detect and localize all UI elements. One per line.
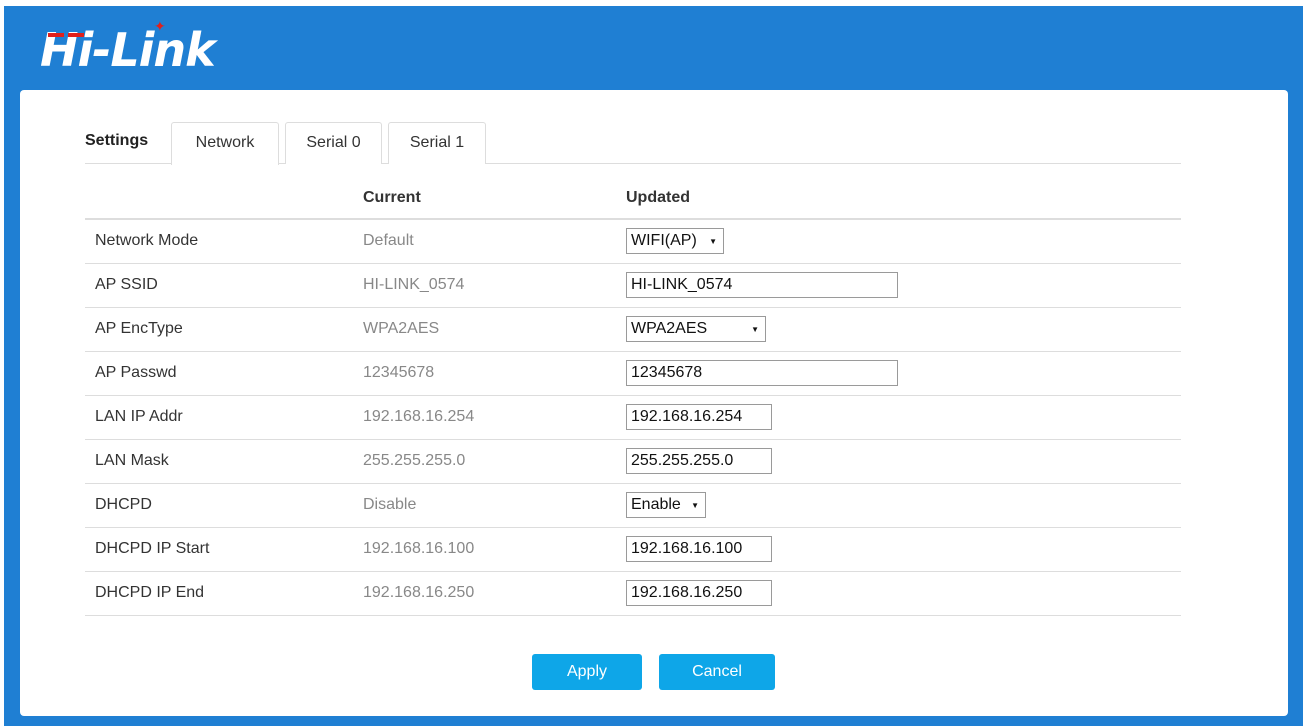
settings-card: Settings Network Serial 0 Serial 1 Curre… — [20, 90, 1288, 716]
row-label: Network Mode — [85, 219, 363, 264]
row-label: LAN IP Addr — [85, 395, 363, 440]
table-row: LAN IP Addr 192.168.16.254 192.168.16.25… — [85, 395, 1181, 440]
dhcpd-ip-end-input[interactable]: 192.168.16.250 — [626, 580, 772, 606]
ap-passwd-input[interactable]: 12345678 — [626, 360, 898, 386]
row-current-value: HI-LINK_0574 — [363, 263, 626, 308]
tab-serial-1[interactable]: Serial 1 — [388, 122, 486, 164]
tab-serial-0-label: Serial 0 — [306, 134, 361, 151]
row-label: LAN Mask — [85, 439, 363, 484]
ap-ssid-input[interactable]: HI-LINK_0574 — [626, 272, 898, 298]
row-label: AP SSID — [85, 263, 363, 308]
row-label: AP EncType — [85, 307, 363, 352]
tab-network[interactable]: Network — [171, 122, 279, 165]
logo-dots-icon — [48, 24, 88, 42]
ap-enctype-select[interactable]: WPA2AES ▼ — [626, 316, 766, 342]
header-updated: Updated — [626, 178, 1181, 220]
dropdown-arrow-icon: ▼ — [751, 324, 759, 334]
row-label: DHCPD IP End — [85, 571, 363, 616]
row-current-value: Disable — [363, 483, 626, 528]
network-settings-table: Current Updated Network Mode Default WIF… — [85, 178, 1181, 616]
row-current-value: 192.168.16.254 — [363, 395, 626, 440]
lan-mask-input[interactable]: 255.255.255.0 — [626, 448, 772, 474]
row-current-value: WPA2AES — [363, 307, 626, 352]
dhcpd-select[interactable]: Enable ▼ — [626, 492, 706, 518]
cancel-button[interactable]: Cancel — [659, 654, 775, 690]
tab-serial-1-label: Serial 1 — [409, 134, 465, 151]
table-row: DHCPD IP End 192.168.16.250 192.168.16.2… — [85, 571, 1181, 616]
header-current: Current — [363, 178, 626, 220]
select-value: Enable — [631, 496, 681, 513]
select-value: WIFI(AP) — [631, 232, 697, 250]
select-value: WPA2AES — [631, 320, 708, 337]
table-row: AP EncType WPA2AES WPA2AES ▼ — [85, 307, 1181, 352]
row-label: DHCPD IP Start — [85, 527, 363, 572]
table-row: AP SSID HI-LINK_0574 HI-LINK_0574 — [85, 263, 1181, 308]
tab-network-label: Network — [195, 134, 255, 151]
tab-bar: Settings Network Serial 0 Serial 1 — [85, 122, 1181, 165]
table-row: DHCPD Disable Enable ▼ — [85, 483, 1181, 528]
row-label: DHCPD — [85, 483, 363, 528]
lan-ip-input[interactable]: 192.168.16.254 — [626, 404, 772, 430]
network-mode-select[interactable]: WIFI(AP) ▼ — [626, 228, 724, 255]
header-label — [85, 178, 363, 220]
row-label: AP Passwd — [85, 351, 363, 396]
row-current-value: 192.168.16.100 — [363, 527, 626, 572]
table-row: Network Mode Default WIFI(AP) ▼ — [85, 219, 1181, 264]
dropdown-arrow-icon: ▼ — [709, 236, 717, 246]
dropdown-arrow-icon: ▼ — [691, 500, 699, 510]
apply-button[interactable]: Apply — [532, 654, 642, 690]
page-frame: Hi-Link ✦ Settings Network Serial 0 Seri… — [4, 6, 1303, 726]
logo-star-icon: ✦ — [154, 18, 166, 34]
settings-label: Settings — [85, 132, 149, 149]
row-current-value: 255.255.255.0 — [363, 439, 626, 484]
hi-link-logo: Hi-Link ✦ — [40, 18, 216, 78]
dhcpd-ip-start-input[interactable]: 192.168.16.100 — [626, 536, 772, 562]
table-row: DHCPD IP Start 192.168.16.100 192.168.16… — [85, 527, 1181, 572]
row-current-value: Default — [363, 219, 626, 264]
table-row: LAN Mask 255.255.255.0 255.255.255.0 — [85, 439, 1181, 484]
table-header-row: Current Updated — [85, 178, 1181, 220]
table-row: AP Passwd 12345678 12345678 — [85, 351, 1181, 396]
row-current-value: 12345678 — [363, 351, 626, 396]
row-current-value: 192.168.16.250 — [363, 571, 626, 616]
tab-serial-0[interactable]: Serial 0 — [285, 122, 382, 164]
